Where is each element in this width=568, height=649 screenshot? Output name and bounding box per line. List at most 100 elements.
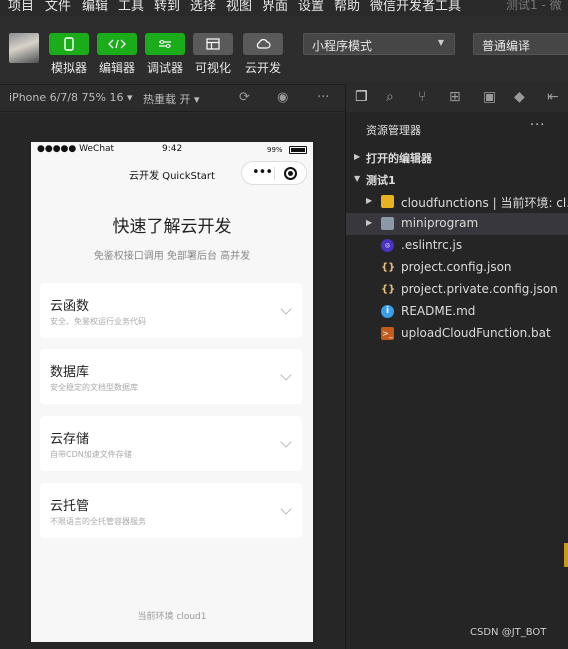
menu-view[interactable]: 视图 [226, 0, 252, 14]
capsule-menu[interactable]: ••• [241, 161, 307, 185]
env-label: 当前环境 cloud1 [137, 612, 207, 622]
open-editors-label: 打开的编辑器 [366, 152, 432, 165]
menu-edit[interactable]: 编辑 [82, 0, 108, 14]
cloud-button[interactable] [243, 33, 283, 55]
status-bar: ●●●●● WeChat 9:42 99% [31, 142, 313, 158]
hot-reload-toggle[interactable]: 热重载 开 ▾ [143, 91, 200, 107]
battery-level: 99% [267, 146, 283, 154]
save-icon[interactable]: ▣ [483, 89, 496, 105]
editor-label: 编辑器 [99, 61, 136, 75]
more-icon[interactable]: ··· [530, 118, 545, 133]
chevron-down-icon [280, 436, 292, 448]
refresh-icon[interactable]: ⟳ [239, 90, 250, 105]
chevron-down-icon [280, 303, 292, 315]
menu-help[interactable]: 帮助 [334, 0, 360, 14]
cloud-label: 云开发 [245, 61, 282, 75]
chevron-right-icon: ▶ [354, 152, 361, 161]
debugger-button[interactable] [145, 33, 185, 55]
git-branch-icon[interactable]: ⑂ [418, 89, 426, 105]
card-hosting[interactable]: 云托管 不限语言的全托管容器服务 [40, 483, 302, 538]
menu-file[interactable]: 文件 [45, 0, 71, 14]
simulator-label: 模拟器 [51, 61, 88, 75]
compile-select[interactable]: 普通编译 [473, 33, 568, 55]
tree-item-readme[interactable]: i README.md [346, 301, 568, 323]
tree-item-eslintrc[interactable]: ◎ .eslintrc.js [346, 235, 568, 257]
activity-bar: ❐ ⌕ ⑂ ⊞ ▣ ◆ ⇤ [346, 84, 568, 112]
card-cloud-function[interactable]: 云函数 安全、免鉴权运行业务代码 [40, 283, 302, 338]
phone-icon [64, 37, 74, 51]
card-desc: 不限语言的全托管容器服务 [50, 517, 146, 526]
tree-item-label: cloudfunctions | 当前环境: cl... [401, 196, 568, 210]
clock: 9:42 [162, 144, 183, 154]
tree-item-miniprogram[interactable]: ▶ miniprogram [346, 213, 568, 235]
tree-item-project-private-config[interactable]: {} project.private.config.json [346, 279, 568, 301]
tree-item-label: project.private.config.json [401, 282, 558, 296]
debugger-label: 调试器 [147, 61, 184, 75]
open-editors-section[interactable]: ▶ 打开的编辑器 [346, 147, 568, 169]
card-title: 云函数 [50, 299, 90, 314]
user-avatar[interactable] [9, 33, 39, 63]
chevron-right-icon: ▶ [366, 196, 373, 205]
card-database[interactable]: 数据库 安全稳定的文档型数据库 [40, 349, 302, 404]
terminal-icon: >_ [381, 327, 394, 340]
chevron-down-icon: ▼ [354, 174, 361, 183]
editor-button[interactable] [97, 33, 137, 55]
project-label: 测试1 [366, 174, 396, 187]
folder-icon [381, 217, 394, 230]
tree-item-label: .eslintrc.js [401, 238, 463, 252]
tree-item-label: uploadCloudFunction.bat [401, 326, 551, 340]
menu-tools[interactable]: 工具 [118, 0, 144, 14]
folder-icon [381, 195, 394, 208]
card-desc: 安全、免鉴权运行业务代码 [50, 317, 146, 326]
chevron-down-icon [280, 503, 292, 515]
hero-subtitle: 免鉴权接口调用 免部署后台 高并发 [93, 251, 251, 262]
battery-icon [289, 146, 307, 154]
tree-item-cloudfunctions[interactable]: ▶ cloudfunctions | 当前环境: cl... [346, 191, 568, 213]
card-title: 数据库 [50, 365, 90, 380]
simulator-button[interactable] [49, 33, 89, 55]
hero-title: 快速了解云开发 [112, 217, 232, 237]
search-icon[interactable]: ⌕ [386, 89, 394, 105]
extensions-icon[interactable]: ⊞ [449, 89, 461, 105]
json-icon: {} [381, 284, 396, 295]
code-icon [108, 39, 126, 49]
menu-bar: 项目 文件 编辑 工具 转到 选择 视图 界面 设置 帮助 微信开发者工具 测试… [0, 0, 568, 16]
caret-down-icon: ▼ [437, 38, 444, 47]
collapse-panel-icon[interactable]: ⇤ [547, 89, 559, 105]
nav-bar: 云开发 QuickStart ••• [31, 158, 313, 188]
explorer-header: 资源管理器 ··· [346, 118, 568, 141]
project-section[interactable]: ▼ 测试1 [346, 169, 568, 191]
sliders-icon [159, 39, 171, 49]
mode-select[interactable]: 小程序模式 ▼ [303, 33, 455, 55]
compile-select-value: 普通编译 [482, 39, 531, 53]
files-icon[interactable]: ❐ [355, 89, 368, 105]
chevron-down-icon [280, 369, 292, 381]
tree-item-upload-bat[interactable]: >_ uploadCloudFunction.bat [346, 323, 568, 345]
card-desc: 自带CDN加速文件存储 [50, 450, 132, 459]
menu-goto[interactable]: 转到 [154, 0, 180, 14]
menu-interface[interactable]: 界面 [262, 0, 288, 14]
device-select[interactable]: iPhone 6/7/8 75% 16 ▾ [9, 91, 133, 104]
tree-item-project-config[interactable]: {} project.config.json [346, 257, 568, 279]
carrier: ●●●●● WeChat [37, 144, 115, 154]
docker-icon[interactable]: ◆ [514, 89, 525, 105]
tree-item-label: project.config.json [401, 260, 512, 274]
card-storage[interactable]: 云存储 自带CDN加速文件存储 [40, 416, 302, 471]
menu-dots-icon[interactable]: ••• [252, 165, 273, 180]
toolbar: 模拟器 编辑器 调试器 可视化 云开发 小程序模式 ▼ 普通编译 [0, 16, 568, 82]
menu-settings[interactable]: 设置 [298, 0, 324, 14]
tree-item-label: README.md [401, 304, 476, 318]
explorer-panel: ❐ ⌕ ⑂ ⊞ ▣ ◆ ⇤ 资源管理器 ··· ▶ 打开的编辑器 ▼ 测试1 ▶… [346, 84, 568, 649]
more-icon[interactable]: ··· [317, 90, 329, 105]
json-icon: {} [381, 262, 396, 273]
scroll-marker [564, 543, 568, 567]
menu-project[interactable]: 项目 [8, 0, 34, 14]
menu-select[interactable]: 选择 [190, 0, 216, 14]
simulator-bar: iPhone 6/7/8 75% 16 ▾ 热重载 开 ▾ ⟳ ◉ ··· [0, 84, 345, 112]
stop-icon[interactable]: ◉ [277, 90, 288, 105]
close-capsule-icon[interactable] [284, 167, 297, 180]
mode-select-value: 小程序模式 [312, 39, 373, 53]
menu-devtools[interactable]: 微信开发者工具 [370, 0, 461, 14]
visual-label: 可视化 [195, 61, 232, 75]
visual-button[interactable] [193, 33, 233, 55]
